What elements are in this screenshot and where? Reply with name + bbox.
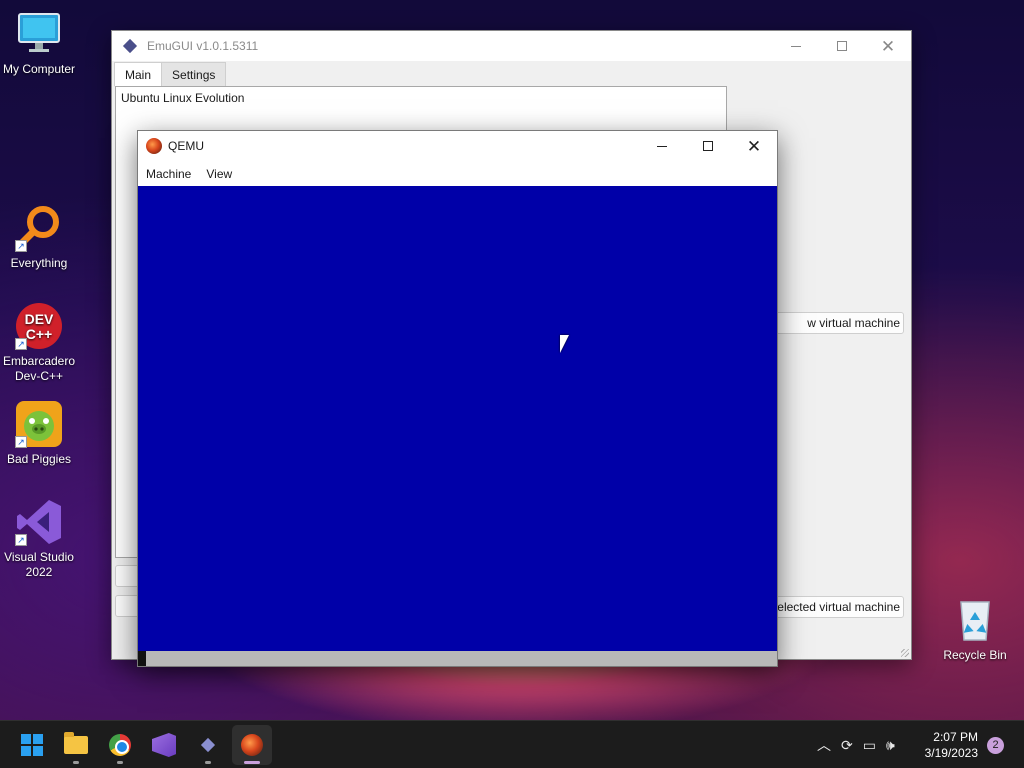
qemu-menubar: Machine View (138, 161, 777, 187)
minimize-icon (791, 45, 801, 47)
tab-main[interactable]: Main (114, 62, 163, 87)
close-icon: ✕ (746, 136, 762, 156)
qemu-statusbar (138, 651, 777, 666)
qemu-window: QEMU ✕ Machine View (137, 130, 778, 667)
recycle-bin-icon (951, 596, 999, 644)
qemu-icon (241, 734, 263, 756)
shortcut-arrow-icon: ↗ (15, 338, 27, 350)
sync-icon[interactable]: ⟳ (841, 737, 853, 754)
running-indicator (117, 761, 123, 764)
maximize-button[interactable] (685, 131, 731, 161)
svg-text:C++: C++ (26, 326, 52, 342)
visual-studio-icon (152, 733, 176, 757)
status-indicator (138, 651, 146, 666)
desktop-icon-label: Everything (10, 256, 68, 270)
bad-piggies-icon: ↗ (15, 400, 63, 448)
clock-date: 3/19/2023 (924, 746, 978, 760)
shortcut-arrow-icon: ↗ (15, 534, 27, 546)
minimize-button[interactable] (773, 31, 819, 61)
menu-view[interactable]: View (200, 167, 238, 181)
maximize-button[interactable] (819, 31, 865, 61)
desktop-icon-devcpp[interactable]: DEV C++ ↗ Embarcadero Dev-C++ (0, 302, 78, 384)
desktop-icon-bad-piggies[interactable]: ↗ Bad Piggies (0, 400, 78, 467)
qemu-titlebar[interactable]: QEMU ✕ (138, 131, 777, 161)
desktop-icon-label: My Computer (2, 62, 76, 76)
emugui-titlebar[interactable]: EmuGUI v1.0.1.5311 ✕ (112, 31, 911, 61)
emugui-app-icon (122, 38, 138, 54)
notification-badge[interactable]: 2 (987, 737, 1004, 754)
desktop-icon-recycle-bin[interactable]: Recycle Bin (936, 596, 1014, 663)
emugui-icon (200, 737, 216, 753)
taskbar-emugui[interactable] (188, 725, 228, 765)
desktop-icon-label: Bad Piggies (6, 452, 72, 466)
devcpp-icon: DEV C++ ↗ (15, 302, 63, 350)
clock[interactable]: 2:07 PM 3/19/2023 (925, 729, 978, 761)
chrome-icon (109, 734, 131, 756)
close-icon: ✕ (880, 36, 896, 56)
desktop-icon-label: Embarcadero Dev-C++ (2, 354, 76, 383)
vm-display[interactable] (138, 186, 777, 651)
taskbar-file-explorer[interactable] (56, 725, 96, 765)
desktop-icon-label: Recycle Bin (943, 648, 1007, 662)
maximize-icon (837, 41, 847, 51)
emugui-tabs: Main Settings (114, 62, 227, 87)
mouse-cursor-icon (560, 335, 569, 353)
file-explorer-icon (64, 732, 88, 754)
taskbar-visual-studio[interactable] (144, 725, 184, 765)
desktop-icon-label: Visual Studio 2022 (4, 550, 74, 579)
taskbar-chrome[interactable] (100, 725, 140, 765)
monitor-icon (15, 10, 63, 58)
tab-settings[interactable]: Settings (161, 62, 227, 87)
desktop-icon-everything[interactable]: ↗ Everything (0, 204, 78, 271)
system-tray: ︿ ⟳ ▭ 🕪 (812, 721, 900, 768)
magnifier-icon: ↗ (15, 204, 63, 252)
minimize-icon (657, 145, 667, 147)
desktop-icon-my-computer[interactable]: My Computer (0, 10, 78, 77)
close-button[interactable]: ✕ (865, 31, 911, 61)
network-icon[interactable]: ▭ (863, 737, 876, 754)
close-button[interactable]: ✕ (731, 131, 777, 161)
window-title: QEMU (168, 139, 204, 153)
vm-list-item[interactable]: Ubuntu Linux Evolution (116, 87, 726, 109)
qemu-app-icon (146, 138, 162, 154)
running-indicator (73, 761, 79, 764)
taskbar-qemu[interactable] (232, 725, 272, 765)
visual-studio-icon: ↗ (15, 498, 63, 546)
running-indicator (205, 761, 211, 764)
minimize-button[interactable] (639, 131, 685, 161)
resize-grip[interactable] (901, 649, 909, 657)
shortcut-arrow-icon: ↗ (15, 436, 27, 448)
start-button[interactable] (12, 725, 52, 765)
volume-icon[interactable]: 🕪 (886, 737, 895, 754)
maximize-icon (703, 141, 713, 151)
shortcut-arrow-icon: ↗ (15, 240, 27, 252)
clock-time: 2:07 PM (933, 730, 978, 744)
desktop-icon-visual-studio[interactable]: ↗ Visual Studio 2022 (0, 498, 78, 580)
chevron-up-icon[interactable]: ︿ (817, 735, 831, 755)
taskbar: ︿ ⟳ ▭ 🕪 2:07 PM 3/19/2023 2 (0, 720, 1024, 768)
svg-text:DEV: DEV (25, 311, 54, 327)
menu-machine[interactable]: Machine (140, 167, 197, 181)
window-title: EmuGUI v1.0.1.5311 (147, 39, 259, 53)
start-icon (21, 734, 43, 756)
active-indicator (244, 761, 260, 764)
